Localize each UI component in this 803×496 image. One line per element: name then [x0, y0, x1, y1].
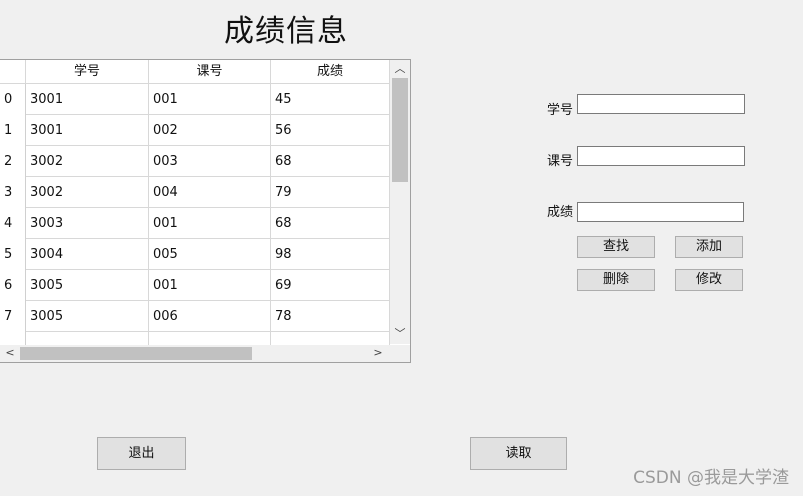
cell-student-id[interactable]: 3004: [26, 239, 149, 270]
cell-score[interactable]: 68: [271, 146, 390, 177]
scrollbar-corner: [390, 345, 410, 362]
data-grid[interactable]: 学号 课号 成绩 0 3001 001 45 1 3001 002 56 2 3002 003 68 3…: [0, 59, 411, 363]
cell-score[interactable]: 69: [271, 270, 390, 301]
score-input[interactable]: [577, 202, 744, 222]
cell-student-id[interactable]: 3002: [26, 177, 149, 208]
modify-button[interactable]: 修改: [675, 269, 743, 291]
add-button[interactable]: 添加: [675, 236, 743, 258]
cell-course-id[interactable]: 005: [149, 239, 271, 270]
score-label: 成绩: [547, 205, 574, 220]
column-header-score[interactable]: 成绩: [271, 60, 390, 84]
table-row[interactable]: 3 3002 004 79: [0, 177, 390, 208]
row-index[interactable]: 5: [0, 239, 26, 270]
student-id-label: 学号: [547, 103, 574, 118]
table-row[interactable]: 0 3001 001 45: [0, 84, 390, 115]
row-index[interactable]: 6: [0, 270, 26, 301]
cell-score[interactable]: 78: [271, 301, 390, 332]
horizontal-scroll-thumb[interactable]: [20, 347, 252, 360]
delete-button[interactable]: 删除: [577, 269, 655, 291]
cell-course-id[interactable]: 004: [149, 177, 271, 208]
row-index[interactable]: 1: [0, 115, 26, 146]
table-row[interactable]: 7 3005 006 78: [0, 301, 390, 332]
vertical-scroll-thumb[interactable]: [392, 78, 408, 182]
scroll-left-icon[interactable]: <: [2, 345, 18, 361]
row-index[interactable]: 3: [0, 177, 26, 208]
course-id-label: 课号: [547, 154, 574, 169]
cell-student-id[interactable]: 3001: [26, 115, 149, 146]
cell-score[interactable]: 79: [271, 177, 390, 208]
row-index[interactable]: 0: [0, 84, 26, 115]
cell-student-id[interactable]: 3001: [26, 84, 149, 115]
cell-score[interactable]: 56: [271, 115, 390, 146]
cell-score[interactable]: 45: [271, 84, 390, 115]
exit-button[interactable]: 退出: [97, 437, 186, 470]
row-index[interactable]: 2: [0, 146, 26, 177]
cell-course-id[interactable]: 001: [149, 270, 271, 301]
column-header-course-id[interactable]: 课号: [149, 60, 271, 84]
page-title: 成绩信息: [224, 14, 348, 49]
table-row[interactable]: 5 3004 005 98: [0, 239, 390, 270]
table-row[interactable]: 4 3003 001 68: [0, 208, 390, 239]
cell-course-id[interactable]: 001: [149, 84, 271, 115]
table-row[interactable]: 1 3001 002 56: [0, 115, 390, 146]
row-index[interactable]: 4: [0, 208, 26, 239]
cell-course-id[interactable]: 003: [149, 146, 271, 177]
cell-course-id[interactable]: 002: [149, 115, 271, 146]
vertical-scrollbar[interactable]: ︿ ﹀: [390, 60, 410, 344]
table-row[interactable]: 6 3005 001 69: [0, 270, 390, 301]
cell-course-id[interactable]: 006: [149, 301, 271, 332]
cell-student-id[interactable]: 3005: [26, 301, 149, 332]
watermark: CSDN @我是大学渣: [633, 468, 789, 488]
cell-course-id[interactable]: 001: [149, 208, 271, 239]
cell-score[interactable]: 98: [271, 239, 390, 270]
read-button[interactable]: 读取: [470, 437, 567, 470]
row-header-corner: [0, 60, 26, 84]
student-id-input[interactable]: [577, 94, 745, 114]
cell-score[interactable]: 68: [271, 208, 390, 239]
cell-student-id[interactable]: 3002: [26, 146, 149, 177]
horizontal-scrollbar[interactable]: < >: [0, 345, 390, 362]
cell-student-id[interactable]: 3005: [26, 270, 149, 301]
table-row[interactable]: 2 3002 003 68: [0, 146, 390, 177]
course-id-input[interactable]: [577, 146, 745, 166]
cell-student-id[interactable]: 3003: [26, 208, 149, 239]
column-header-student-id[interactable]: 学号: [26, 60, 149, 84]
scroll-down-icon[interactable]: ﹀: [392, 326, 408, 342]
search-button[interactable]: 查找: [577, 236, 655, 258]
scroll-right-icon[interactable]: >: [370, 345, 386, 361]
scroll-up-icon[interactable]: ︿: [392, 61, 408, 77]
row-index[interactable]: 7: [0, 301, 26, 332]
